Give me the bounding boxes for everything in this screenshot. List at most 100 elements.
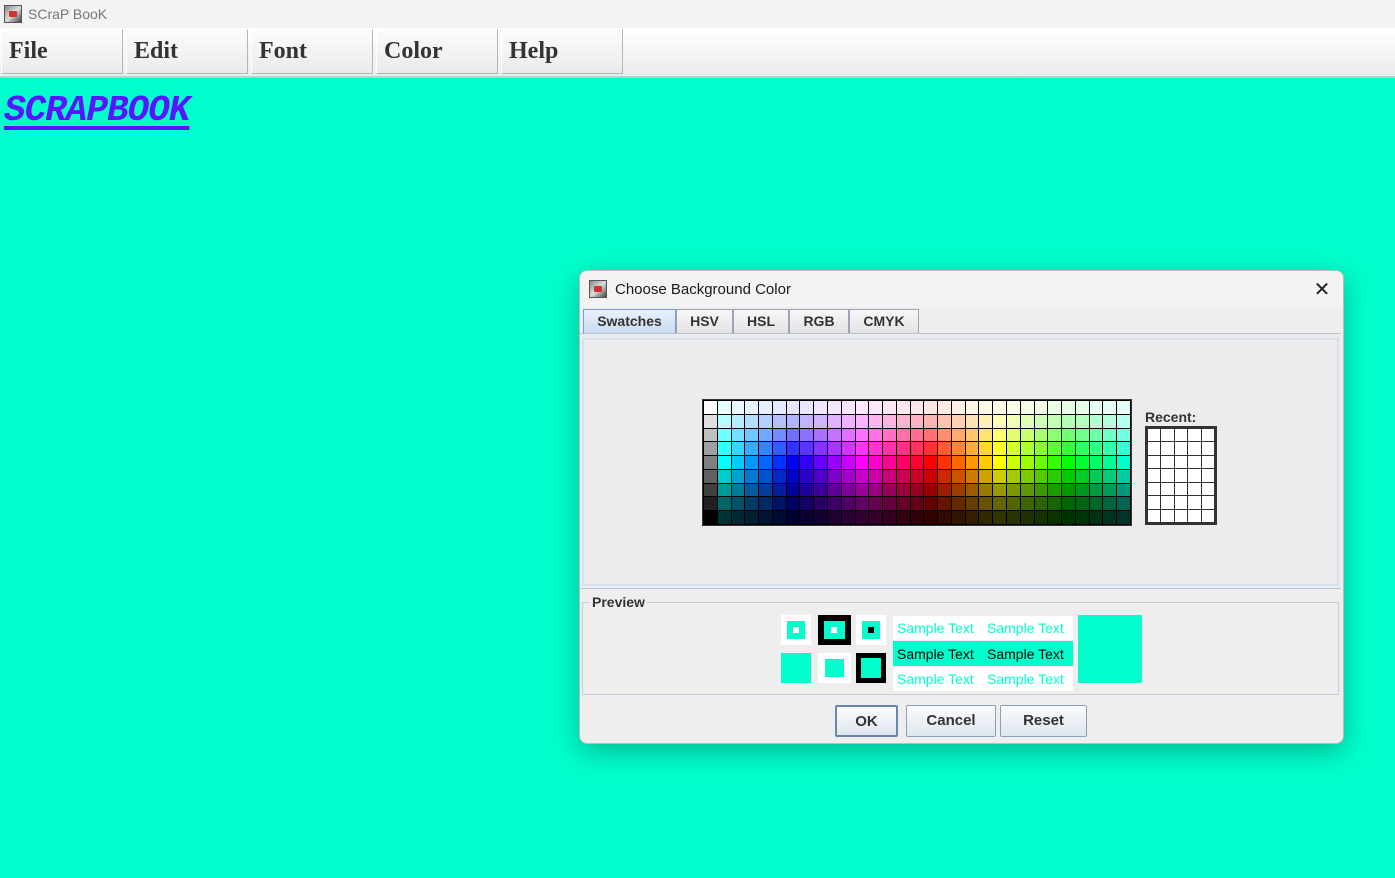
color-swatch[interactable] bbox=[1089, 401, 1103, 414]
color-swatch[interactable] bbox=[1020, 497, 1034, 511]
color-swatch[interactable] bbox=[731, 428, 745, 442]
color-swatch[interactable] bbox=[717, 414, 731, 428]
color-swatch[interactable] bbox=[855, 401, 869, 414]
recent-swatch[interactable] bbox=[1201, 482, 1214, 496]
reset-button[interactable]: Reset bbox=[1000, 705, 1087, 737]
tab-hsv[interactable]: HSV bbox=[676, 309, 733, 333]
color-swatch[interactable] bbox=[772, 456, 786, 469]
color-swatch[interactable] bbox=[979, 456, 993, 469]
color-swatch[interactable] bbox=[1048, 456, 1062, 469]
color-swatch[interactable] bbox=[841, 483, 855, 497]
color-swatch[interactable] bbox=[1062, 469, 1075, 483]
recent-swatch[interactable] bbox=[1201, 429, 1214, 442]
color-swatch[interactable] bbox=[759, 428, 772, 442]
color-swatch[interactable] bbox=[745, 414, 759, 428]
color-swatch[interactable] bbox=[1048, 469, 1062, 483]
recent-swatch[interactable] bbox=[1148, 469, 1161, 482]
color-swatch[interactable] bbox=[800, 401, 814, 414]
color-swatch[interactable] bbox=[1062, 428, 1075, 442]
color-swatch[interactable] bbox=[800, 442, 814, 456]
color-swatch[interactable] bbox=[979, 401, 993, 414]
recent-swatch[interactable] bbox=[1174, 429, 1188, 442]
color-swatch[interactable] bbox=[951, 428, 965, 442]
recent-swatch[interactable] bbox=[1161, 429, 1174, 442]
color-swatch[interactable] bbox=[965, 511, 979, 524]
color-swatch[interactable] bbox=[951, 401, 965, 414]
color-swatch[interactable] bbox=[993, 456, 1007, 469]
color-swatch[interactable] bbox=[786, 456, 800, 469]
color-swatch[interactable] bbox=[717, 428, 731, 442]
color-swatch[interactable] bbox=[1075, 401, 1089, 414]
color-swatch[interactable] bbox=[745, 428, 759, 442]
color-swatch[interactable] bbox=[938, 401, 951, 414]
recent-swatch[interactable] bbox=[1174, 509, 1188, 522]
color-swatch[interactable] bbox=[993, 469, 1007, 483]
color-swatch[interactable] bbox=[745, 442, 759, 456]
color-swatch[interactable] bbox=[883, 414, 896, 428]
color-swatch[interactable] bbox=[951, 414, 965, 428]
color-swatch[interactable] bbox=[910, 414, 924, 428]
color-swatch[interactable] bbox=[924, 511, 938, 524]
color-swatch[interactable] bbox=[1075, 469, 1089, 483]
color-swatch[interactable] bbox=[841, 511, 855, 524]
color-swatch[interactable] bbox=[1020, 511, 1034, 524]
color-swatch[interactable] bbox=[924, 442, 938, 456]
color-swatch[interactable] bbox=[938, 511, 951, 524]
color-swatch[interactable] bbox=[924, 428, 938, 442]
color-swatch[interactable] bbox=[1062, 497, 1075, 511]
tab-swatches[interactable]: Swatches bbox=[583, 309, 676, 333]
color-swatch[interactable] bbox=[1089, 428, 1103, 442]
color-swatch[interactable] bbox=[979, 483, 993, 497]
color-swatch[interactable] bbox=[1034, 414, 1048, 428]
color-swatch[interactable] bbox=[800, 497, 814, 511]
color-swatch[interactable] bbox=[951, 497, 965, 511]
color-swatch[interactable] bbox=[1020, 483, 1034, 497]
color-swatch[interactable] bbox=[745, 483, 759, 497]
color-swatch[interactable] bbox=[869, 414, 883, 428]
color-swatch[interactable] bbox=[717, 456, 731, 469]
color-swatch[interactable] bbox=[841, 456, 855, 469]
recent-swatch-grid[interactable] bbox=[1145, 426, 1217, 525]
color-swatch[interactable] bbox=[772, 414, 786, 428]
color-swatch[interactable] bbox=[896, 428, 910, 442]
color-swatch[interactable] bbox=[786, 483, 800, 497]
color-swatch[interactable] bbox=[800, 469, 814, 483]
color-swatch[interactable] bbox=[910, 497, 924, 511]
color-swatch[interactable] bbox=[1103, 483, 1117, 497]
color-swatch[interactable] bbox=[1103, 414, 1117, 428]
menu-edit[interactable]: Edit bbox=[126, 29, 248, 74]
color-swatch[interactable] bbox=[786, 497, 800, 511]
color-swatch[interactable] bbox=[772, 469, 786, 483]
color-swatch[interactable] bbox=[704, 469, 717, 483]
color-swatch[interactable] bbox=[745, 456, 759, 469]
color-swatch[interactable] bbox=[814, 456, 827, 469]
color-swatch[interactable] bbox=[869, 511, 883, 524]
color-swatch[interactable] bbox=[1089, 414, 1103, 428]
color-swatch[interactable] bbox=[938, 497, 951, 511]
color-swatch[interactable] bbox=[1075, 483, 1089, 497]
color-swatch[interactable] bbox=[1007, 414, 1020, 428]
color-swatch[interactable] bbox=[717, 469, 731, 483]
color-swatch[interactable] bbox=[786, 511, 800, 524]
recent-swatch[interactable] bbox=[1161, 509, 1174, 522]
tab-cmyk[interactable]: CMYK bbox=[849, 309, 919, 333]
color-swatch[interactable] bbox=[800, 414, 814, 428]
color-swatch[interactable] bbox=[1062, 414, 1075, 428]
color-swatch[interactable] bbox=[759, 442, 772, 456]
color-swatch[interactable] bbox=[704, 483, 717, 497]
color-swatch[interactable] bbox=[883, 483, 896, 497]
color-swatch[interactable] bbox=[938, 414, 951, 428]
color-swatch[interactable] bbox=[1034, 456, 1048, 469]
color-swatch[interactable] bbox=[938, 456, 951, 469]
menu-help[interactable]: Help bbox=[501, 29, 623, 74]
recent-swatch[interactable] bbox=[1174, 496, 1188, 509]
color-swatch[interactable] bbox=[869, 401, 883, 414]
color-swatch[interactable] bbox=[1007, 456, 1020, 469]
color-swatch[interactable] bbox=[1007, 428, 1020, 442]
color-swatch[interactable] bbox=[993, 483, 1007, 497]
color-swatch[interactable] bbox=[883, 401, 896, 414]
color-swatch[interactable] bbox=[869, 456, 883, 469]
color-swatch[interactable] bbox=[1062, 401, 1075, 414]
color-swatch[interactable] bbox=[896, 469, 910, 483]
color-swatch[interactable] bbox=[965, 483, 979, 497]
